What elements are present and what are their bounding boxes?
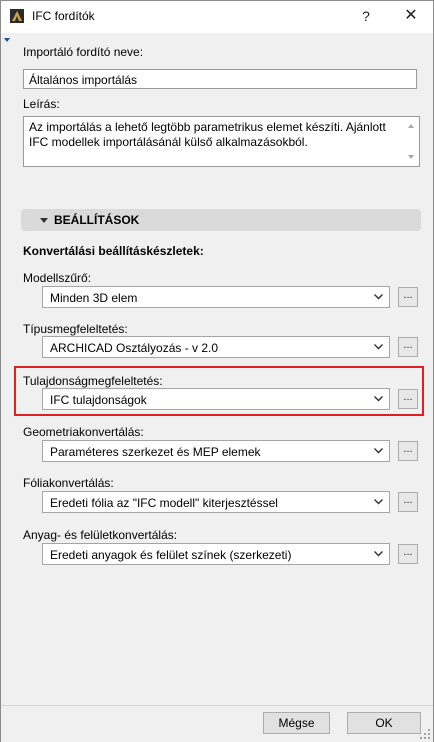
chevron-down-icon — [374, 499, 383, 505]
type-mapping-label: Típusmegfeleltetés: — [23, 322, 128, 336]
chevron-down-icon — [374, 344, 383, 350]
ok-button[interactable]: OK — [347, 712, 421, 734]
type-mapping-dropdown[interactable]: ARCHICAD Osztályozás - v 2.0 — [42, 336, 390, 358]
material-conversion-dropdown[interactable]: Eredeti anyagok és felület színek (szerk… — [42, 543, 390, 565]
geometry-conversion-more-button[interactable]: ... — [398, 441, 418, 461]
property-mapping-dropdown[interactable]: IFC tulajdonságok — [42, 388, 390, 410]
layer-conversion-label: Fóliakonvertálás: — [23, 476, 114, 490]
translator-name-input[interactable]: Általános importálás — [23, 69, 417, 89]
settings-section-header[interactable]: BEÁLLÍTÁSOK — [21, 209, 421, 231]
model-filter-dropdown[interactable]: Minden 3D elem — [42, 286, 390, 308]
dialog-footer: Mégse OK — [1, 705, 433, 742]
layer-conversion-value: Eredeti fólia az "IFC modell" kiterjeszt… — [50, 496, 278, 510]
geometry-conversion-value: Paraméteres szerkezet és MEP elemek — [50, 445, 261, 459]
translator-name-label: Importáló fordító neve: — [23, 45, 144, 59]
window-title: IFC fordítók — [32, 9, 95, 23]
description-text: Az importálás a lehető legtöbb parametri… — [29, 120, 386, 149]
model-filter-label: Modellszűrő: — [23, 271, 92, 285]
property-mapping-more-button[interactable]: ... — [398, 389, 418, 409]
archicad-app-icon — [10, 9, 24, 23]
type-mapping-value: ARCHICAD Osztályozás - v 2.0 — [50, 341, 219, 355]
geometry-conversion-dropdown[interactable]: Paraméteres szerkezet és MEP elemek — [42, 440, 390, 462]
property-mapping-label: Tulajdonságmegfeleltetés: — [23, 374, 163, 388]
ifc-translators-dialog: IFC fordítók ? ✕ Importáló fordító neve:… — [0, 0, 434, 742]
title-bar: IFC fordítók ? ✕ — [1, 1, 433, 33]
material-conversion-label: Anyag- és felületkonvertálás: — [23, 528, 178, 542]
scroll-up-icon[interactable] — [408, 124, 414, 128]
chevron-down-icon — [374, 294, 383, 300]
description-textarea[interactable]: Az importálás a lehető legtöbb parametri… — [23, 116, 420, 167]
collapse-arrow-icon[interactable] — [4, 38, 10, 42]
property-mapping-value: IFC tulajdonságok — [50, 393, 147, 407]
layer-conversion-dropdown[interactable]: Eredeti fólia az "IFC modell" kiterjeszt… — [42, 491, 390, 513]
help-button[interactable]: ? — [356, 5, 376, 27]
type-mapping-more-button[interactable]: ... — [398, 337, 418, 357]
resize-grip-icon[interactable] — [420, 729, 430, 739]
model-filter-value: Minden 3D elem — [50, 291, 138, 305]
chevron-down-icon — [374, 448, 383, 454]
description-scrollbar[interactable] — [404, 118, 418, 165]
description-label: Leírás: — [23, 97, 60, 111]
layer-conversion-more-button[interactable]: ... — [398, 492, 418, 512]
scroll-down-icon[interactable] — [408, 155, 414, 159]
material-conversion-more-button[interactable]: ... — [398, 544, 418, 564]
section-expand-arrow-icon — [40, 218, 48, 223]
conversion-presets-label: Konvertálási beállításkészletek: — [23, 244, 204, 258]
close-button[interactable]: ✕ — [398, 5, 424, 27]
cancel-button[interactable]: Mégse — [263, 712, 330, 734]
chevron-down-icon — [374, 396, 383, 402]
model-filter-more-button[interactable]: ... — [398, 287, 418, 307]
chevron-down-icon — [374, 551, 383, 557]
settings-section-title: BEÁLLÍTÁSOK — [54, 213, 140, 227]
material-conversion-value: Eredeti anyagok és felület színek (szerk… — [50, 548, 292, 562]
geometry-conversion-label: Geometriakonvertálás: — [23, 425, 144, 439]
